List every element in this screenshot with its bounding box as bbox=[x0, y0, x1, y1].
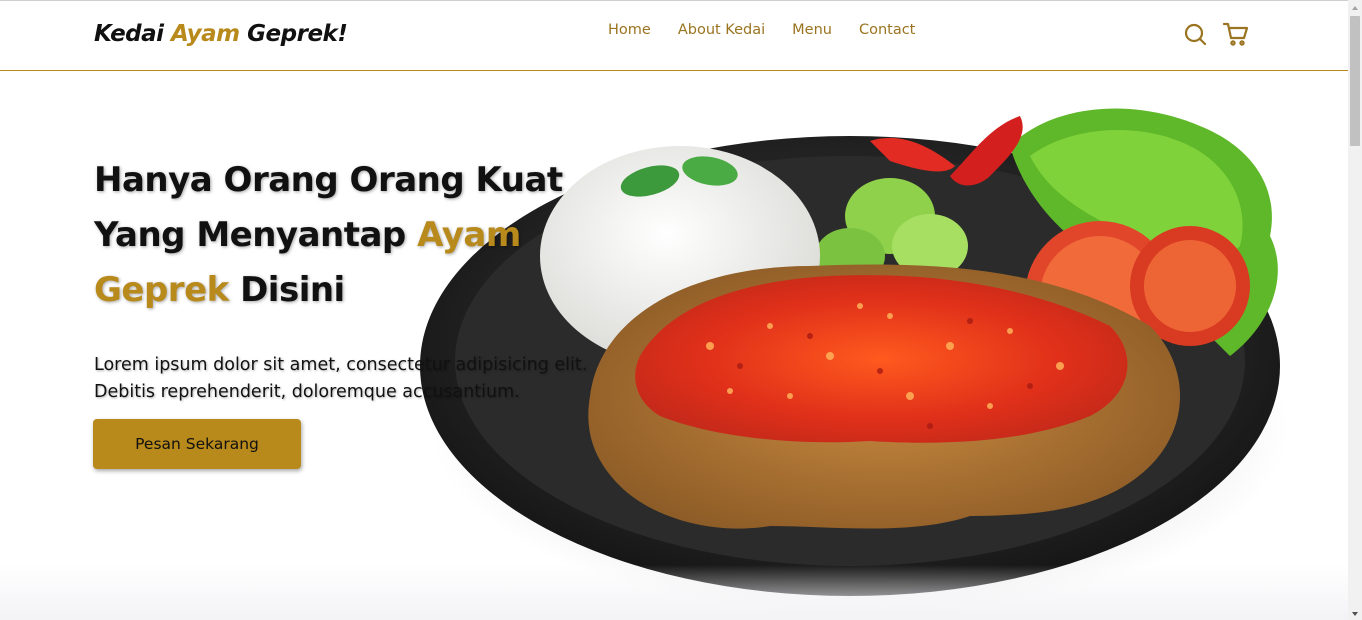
scroll-down-arrow-icon[interactable] bbox=[1348, 606, 1362, 620]
nav-link-menu[interactable]: Menu bbox=[792, 22, 832, 38]
order-now-button[interactable]: Pesan Sekarang bbox=[93, 419, 301, 469]
brand-name-part1: Kedai bbox=[94, 21, 172, 47]
scrollbar-thumb[interactable] bbox=[1350, 16, 1360, 146]
search-icon[interactable] bbox=[1182, 21, 1208, 47]
hero-bottom-fade bbox=[0, 565, 1348, 620]
hero-title-line2-prefix: Yang Menyantap bbox=[94, 215, 418, 255]
cart-icon[interactable] bbox=[1222, 21, 1249, 47]
nav-link-home[interactable]: Home bbox=[608, 22, 651, 38]
nav-link-contact[interactable]: Contact bbox=[859, 22, 915, 38]
brand-name-part2: Geprek! bbox=[239, 21, 348, 47]
hero-title-line3-accent: Geprek bbox=[94, 270, 229, 310]
hero-title-line1: Hanya Orang Orang Kuat bbox=[94, 160, 563, 200]
hero-description: Lorem ipsum dolor sit amet, consectetur … bbox=[94, 355, 588, 402]
navbar: Kedai Ayam Geprek! Home About Kedai Menu… bbox=[0, 1, 1348, 71]
hero-title: Hanya Orang Orang Kuat Yang Menyantap Ay… bbox=[94, 153, 594, 318]
brand-name-accent: Ayam bbox=[171, 21, 240, 47]
nav-link-about[interactable]: About Kedai bbox=[678, 22, 765, 38]
brand-logo[interactable]: Kedai Ayam Geprek! bbox=[94, 21, 348, 47]
hero-title-line2-accent: Ayam bbox=[417, 215, 521, 255]
hero-title-line3-suffix: Disini bbox=[228, 270, 345, 310]
nav-icons bbox=[1182, 21, 1249, 47]
scroll-up-arrow-icon[interactable] bbox=[1348, 0, 1362, 14]
page-scrollbar[interactable] bbox=[1348, 0, 1362, 620]
main-nav: Home About Kedai Menu Contact bbox=[608, 22, 915, 38]
hero-section: Hanya Orang Orang Kuat Yang Menyantap Ay… bbox=[0, 71, 1348, 620]
